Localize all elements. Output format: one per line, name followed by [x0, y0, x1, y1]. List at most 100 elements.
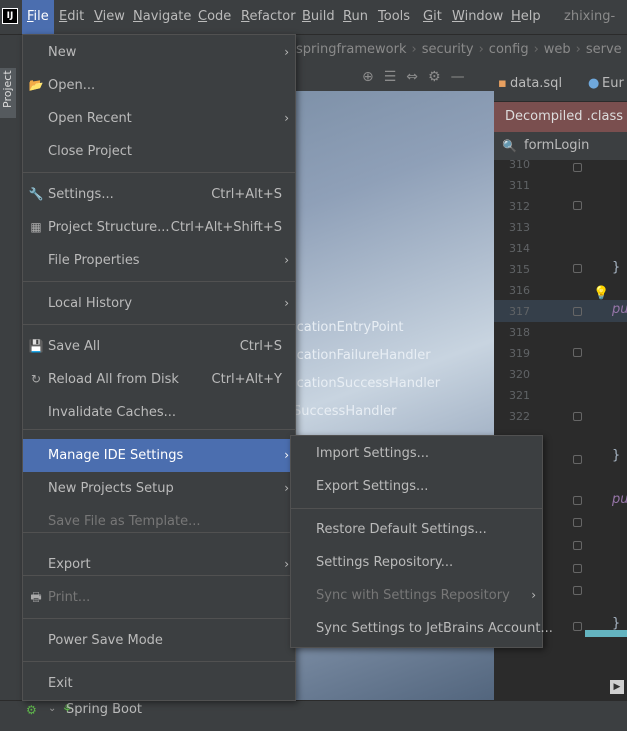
editor-tab-eur[interactable]: Eur — [602, 76, 624, 91]
menu-item-project-structure[interactable]: ▦ Project Structure... Ctrl+Alt+Shift+S — [23, 211, 295, 244]
menu-item-label: Exit — [48, 676, 73, 691]
save-icon: 💾 — [28, 339, 44, 353]
line-number: 315 — [509, 263, 530, 276]
project-tree-item[interactable]: SuccessHandler — [293, 404, 397, 419]
menu-item-label: Close Project — [48, 144, 133, 159]
menu-item-new[interactable]: New › — [23, 36, 295, 69]
project-tree-item[interactable]: icationEntryPoint — [293, 320, 404, 335]
fold-marker-icon[interactable] — [573, 564, 582, 573]
fold-marker-icon[interactable] — [573, 201, 582, 210]
menu-help[interactable]: Help — [506, 0, 546, 34]
breadcrumb-separator: › — [575, 42, 581, 57]
fold-marker-icon[interactable] — [573, 518, 582, 527]
line-number: 316 — [509, 284, 530, 297]
line-number: 319 — [509, 347, 530, 360]
submenu-item-settings-repository[interactable]: Settings Repository... — [291, 546, 542, 579]
menu-item-power-save-mode[interactable]: Power Save Mode — [23, 624, 295, 657]
menu-navigate[interactable]: Navigate — [128, 0, 196, 34]
scroll-right-icon[interactable]: ▶ — [610, 680, 624, 694]
breadcrumb-item[interactable]: springframework — [296, 42, 406, 57]
editor-search-bar[interactable]: 🔍 formLogin — [494, 132, 627, 161]
menu-item-manage-ide-settings[interactable]: Manage IDE Settings › — [23, 439, 295, 472]
submenu-item-restore-default-settings[interactable]: Restore Default Settings... — [291, 513, 542, 546]
menu-run[interactable]: Run — [338, 0, 373, 34]
lightbulb-icon[interactable]: 💡 — [593, 286, 609, 301]
submenu-item-export-settings[interactable]: Export Settings... — [291, 470, 542, 503]
menu-item-new-projects-setup[interactable]: New Projects Setup › — [23, 472, 295, 505]
menu-label-rest: avigate — [142, 9, 192, 24]
line-number: 314 — [509, 242, 530, 255]
submenu-item-sync-with-settings-repository: Sync with Settings Repository › — [291, 579, 542, 612]
menu-mnemonic: N — [133, 9, 143, 24]
breadcrumb-item[interactable]: web — [544, 42, 571, 57]
code-brace: } — [612, 260, 621, 275]
spring-boot-label[interactable]: Spring Boot — [66, 702, 142, 717]
menu-item-exit[interactable]: Exit — [23, 667, 295, 700]
menu-item-label: Manage IDE Settings — [48, 448, 184, 463]
fold-marker-icon[interactable] — [573, 586, 582, 595]
menu-item-shortcut: Ctrl+Alt+Y — [211, 372, 282, 387]
menu-item-label: Import Settings... — [316, 446, 429, 461]
menu-item-open[interactable]: 📂 Open... — [23, 69, 295, 102]
chevron-right-icon: › — [531, 588, 536, 602]
menu-mnemonic: H — [511, 9, 521, 24]
chevron-right-icon: › — [284, 448, 289, 462]
breadcrumb-item[interactable]: config — [489, 42, 529, 57]
breadcrumb: springframework › security › config › web › serv… — [296, 35, 627, 65]
manage-ide-settings-submenu: Import Settings... Export Settings... Rest… — [290, 435, 553, 648]
menu-view[interactable]: View — [89, 0, 130, 34]
menu-file[interactable]: File — [22, 0, 54, 34]
search-input[interactable]: formLogin — [524, 132, 589, 160]
menu-tools[interactable]: Tools — [373, 0, 415, 34]
menu-label-rest: elp — [520, 9, 541, 24]
code-keyword: pu — [612, 492, 627, 507]
fold-marker-icon[interactable] — [573, 412, 582, 421]
fold-marker-icon[interactable] — [573, 307, 582, 316]
menu-git[interactable]: Git — [418, 0, 447, 34]
menu-item-label: Local History — [48, 296, 133, 311]
menu-separator — [23, 172, 295, 173]
breadcrumb-item[interactable]: security — [422, 42, 474, 57]
menu-item-reload-all-from-disk[interactable]: ↻ Reload All from Disk Ctrl+Alt+Y — [23, 363, 295, 396]
menu-code[interactable]: Code — [193, 0, 236, 34]
fold-marker-icon[interactable] — [573, 496, 582, 505]
fold-marker-icon[interactable] — [573, 348, 582, 357]
project-tree-item[interactable]: icationFailureHandler — [293, 348, 431, 363]
tool-window-actions[interactable]: ⊕☰⇔⚙— — [362, 69, 475, 85]
menu-item-invalidate-caches[interactable]: Invalidate Caches... — [23, 396, 295, 429]
menu-item-label: Sync with Settings Repository — [316, 588, 510, 603]
menu-item-export[interactable]: Export › — [23, 548, 295, 581]
menu-item-label: Sync Settings to JetBrains Account... — [316, 621, 553, 636]
menu-build[interactable]: Build — [297, 0, 340, 34]
menu-item-local-history[interactable]: Local History › — [23, 287, 295, 320]
menu-refactor[interactable]: Refactor — [236, 0, 301, 34]
menu-separator — [23, 532, 295, 533]
fold-marker-icon[interactable] — [573, 622, 582, 631]
editor-tabs: ▪ data.sql ● Eur — [494, 65, 627, 102]
submenu-item-import-settings[interactable]: Import Settings... — [291, 437, 542, 470]
project-tool-tab[interactable]: Project — [0, 68, 16, 118]
menu-window[interactable]: Window — [447, 0, 508, 34]
fold-marker-icon[interactable] — [573, 264, 582, 273]
fold-marker-icon[interactable] — [573, 541, 582, 550]
menu-mnemonic: V — [94, 9, 103, 24]
breadcrumb-item[interactable]: serve — [586, 42, 622, 57]
fold-marker-icon[interactable] — [573, 163, 582, 172]
chevron-right-icon: › — [284, 296, 289, 310]
menu-item-label: Open Recent — [48, 111, 132, 126]
menu-item-open-recent[interactable]: Open Recent › — [23, 102, 295, 135]
service-run-icon[interactable]: ⚙ — [26, 703, 37, 717]
fold-marker-icon[interactable] — [573, 455, 582, 464]
menu-item-settings[interactable]: 🔧 Settings... Ctrl+Alt+S — [23, 178, 295, 211]
menu-item-save-all[interactable]: 💾 Save All Ctrl+S — [23, 330, 295, 363]
chevron-down-icon[interactable]: ⌄ — [48, 703, 56, 714]
submenu-item-sync-settings-to-jetbrains-account[interactable]: Sync Settings to JetBrains Account... — [291, 612, 553, 645]
menu-mnemonic: E — [59, 9, 68, 24]
menu-item-file-properties[interactable]: File Properties › — [23, 244, 295, 277]
editor-tab-data-sql[interactable]: data.sql — [510, 76, 562, 91]
menu-edit[interactable]: Edit — [54, 0, 89, 34]
menu-item-close-project[interactable]: Close Project — [23, 135, 295, 168]
menu-item-save-file-as-template: Save File as Template... — [23, 505, 295, 538]
project-tree-item[interactable]: icationSuccessHandler — [293, 376, 440, 391]
line-number: 320 — [509, 368, 530, 381]
